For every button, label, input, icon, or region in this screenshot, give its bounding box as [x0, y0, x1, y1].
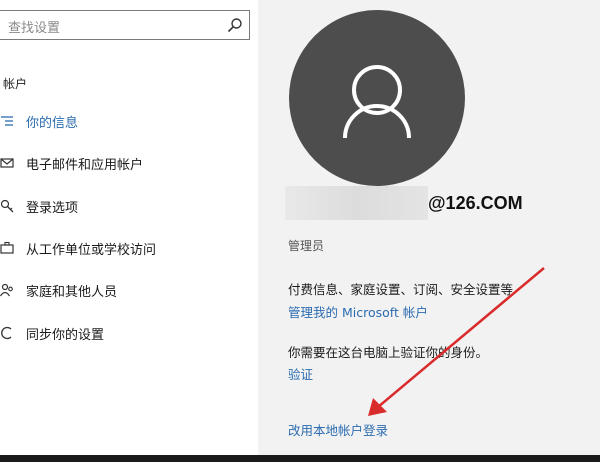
search-box[interactable]: 查找设置 [0, 10, 250, 40]
sidebar-item-family-others[interactable]: 家庭和其他人员 [0, 277, 250, 305]
key-icon [0, 199, 14, 213]
switch-to-local-account-link[interactable]: 改用本地帐户登录 [288, 420, 388, 439]
settings-sidebar: 查找设置 帐户 你的信息 电子邮件和应用帐户 登录选项 从工作单位或学校访问 家… [0, 0, 258, 455]
avatar [289, 10, 465, 186]
account-email-suffix: @126.COM [428, 193, 523, 213]
sidebar-item-label: 电子邮件和应用帐户 [26, 158, 144, 173]
sidebar-item-your-info[interactable]: 你的信息 [0, 108, 250, 136]
account-settings-description: 付费信息、家庭设置、订阅、安全设置等 [288, 282, 514, 297]
sidebar-item-label: 家庭和其他人员 [26, 285, 118, 300]
taskbar-edge [0, 455, 600, 462]
sidebar-item-email-accounts[interactable]: 电子邮件和应用帐户 [0, 150, 250, 178]
sync-icon [1, 326, 12, 340]
briefcase-icon [0, 241, 14, 254]
person-card-icon [1, 116, 13, 126]
sidebar-item-label: 你的信息 [26, 116, 79, 131]
sidebar-item-sign-in-options[interactable]: 登录选项 [0, 193, 250, 221]
mail-icon [0, 158, 14, 168]
sidebar-item-label: 从工作单位或学校访问 [26, 243, 157, 258]
email-redacted-blur [285, 186, 428, 220]
verify-identity-message: 你需要在这台电脑上验证你的身份。 [288, 345, 489, 360]
sidebar-item-label: 登录选项 [26, 201, 79, 216]
sidebar-item-sync-settings[interactable]: 同步你的设置 [0, 320, 250, 348]
people-icon [0, 283, 13, 297]
user-icon [343, 65, 411, 139]
search-icon[interactable] [227, 17, 243, 33]
sidebar-item-work-school[interactable]: 从工作单位或学校访问 [0, 235, 250, 263]
manage-microsoft-account-link[interactable]: 管理我的 Microsoft 帐户 [288, 302, 428, 321]
verify-link[interactable]: 验证 [288, 364, 313, 383]
account-role: 管理员 [288, 239, 325, 253]
sidebar-item-label: 同步你的设置 [26, 328, 105, 343]
search-input[interactable]: 查找设置 [8, 17, 60, 36]
section-title: 帐户 [3, 77, 28, 91]
